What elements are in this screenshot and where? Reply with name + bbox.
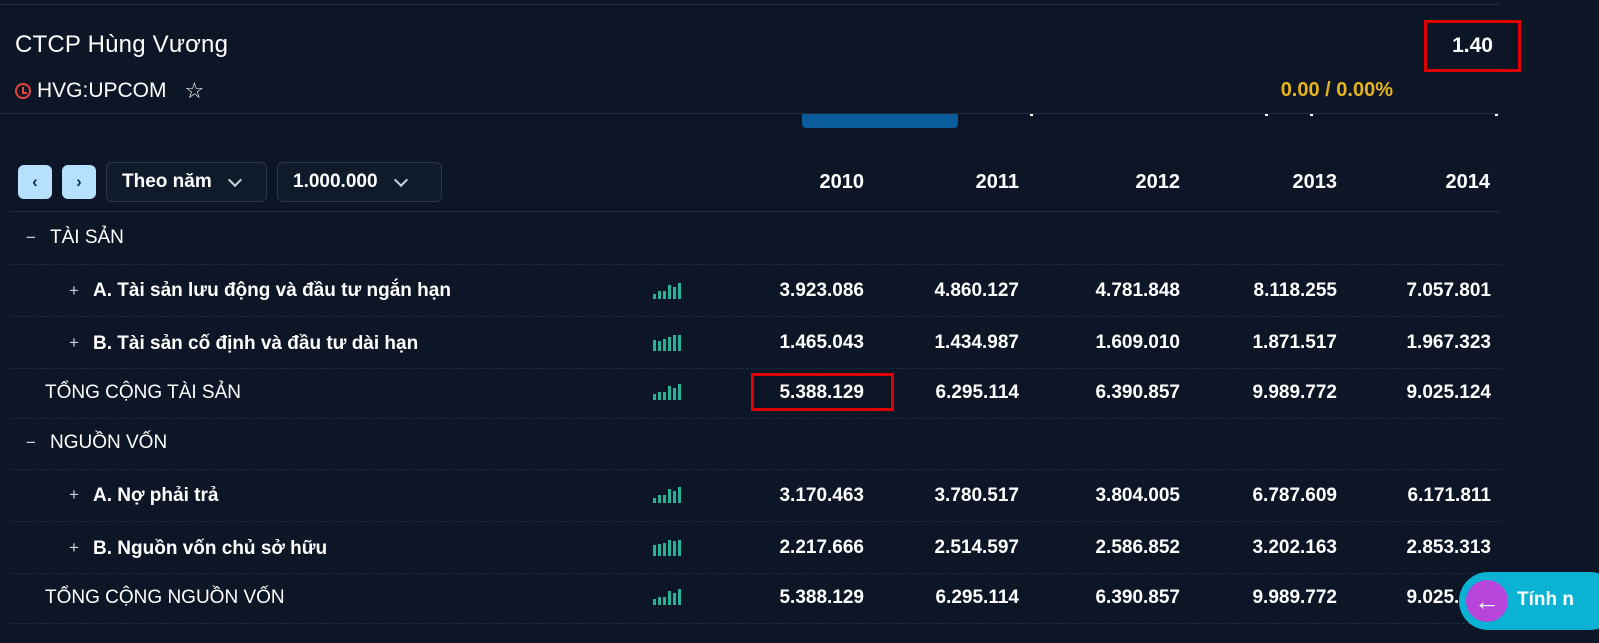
floating-button-label[interactable]: Tính n	[1517, 589, 1574, 611]
chevron-right-icon: ›	[76, 172, 82, 191]
row-divider	[10, 368, 1500, 369]
section-label: NGUỒN VỐN	[50, 432, 168, 453]
collapse-toggle[interactable]: −	[26, 228, 36, 248]
expand-toggle[interactable]: +	[69, 485, 79, 505]
expand-toggle[interactable]: +	[69, 538, 79, 558]
value-cell: 2.217.666	[779, 537, 864, 558]
year-header: 2012	[1135, 171, 1181, 193]
sparkline-chart-icon[interactable]	[653, 487, 685, 503]
table-toolbar: ‹ › Theo năm 1.000.000	[18, 162, 452, 202]
total-label: TỔNG CỘNG NGUỒN VỐN	[45, 587, 285, 608]
year-header: 2014	[1445, 171, 1491, 193]
value-cell: 1.609.010	[1095, 332, 1180, 353]
sparkline-chart-icon[interactable]	[653, 384, 685, 400]
row-divider	[10, 316, 1500, 317]
value-cell: 6.390.857	[1095, 382, 1180, 403]
value-cell: 9.025.124	[1406, 382, 1491, 403]
row-label: A. Nợ phải trả	[93, 485, 219, 506]
value-cell: 1.465.043	[779, 332, 864, 353]
value-cell: 6.295.114	[935, 587, 1019, 608]
section-label: TÀI SẢN	[50, 227, 124, 248]
sparkline-chart-icon[interactable]	[653, 589, 685, 605]
year-header: 2010	[819, 171, 865, 193]
row-label: A. Tài sản lưu động và đầu tư ngắn hạn	[93, 280, 451, 301]
clock-icon	[15, 83, 31, 99]
period-select[interactable]: Theo năm	[106, 162, 267, 202]
highlighted-cell-marker	[751, 373, 894, 411]
value-cell: 1.434.987	[934, 332, 1019, 353]
chevron-down-icon	[227, 172, 242, 187]
price-change: 0.00 / 0.00%	[1280, 79, 1393, 101]
ticker-symbol: HVG:UPCOM	[37, 79, 167, 102]
value-cell: 2.853.313	[1406, 537, 1491, 558]
prev-period-button[interactable]: ‹	[18, 165, 52, 199]
value-cell: 8.118.255	[1253, 280, 1337, 301]
unit-select-value: 1.000.000	[293, 171, 378, 192]
value-cell: 3.923.086	[779, 280, 864, 301]
ticker-row: HVG:UPCOM ☆	[15, 79, 204, 103]
value-cell: 2.514.597	[934, 537, 1019, 558]
value-cell: 3.170.463	[779, 485, 864, 506]
sparkline-chart-icon[interactable]	[653, 335, 685, 351]
row-divider	[10, 264, 1500, 265]
value-cell: 7.057.801	[1406, 280, 1491, 301]
value-cell: 6.171.811	[1407, 485, 1491, 506]
sparkline-chart-icon[interactable]	[653, 540, 685, 556]
row-divider	[10, 521, 1500, 522]
value-cell: 1.967.323	[1406, 332, 1491, 353]
total-label: TỔNG CỘNG TÀI SẢN	[45, 382, 242, 403]
company-name: CTCP Hùng Vương	[15, 31, 229, 58]
chevron-down-icon	[393, 172, 408, 187]
star-icon[interactable]: ☆	[185, 80, 205, 102]
value-cell: 4.781.848	[1095, 280, 1180, 301]
value-cell: 3.780.517	[934, 485, 1019, 506]
value-cell: 5.388.129	[779, 587, 864, 608]
value-cell: 9.989.772	[1252, 587, 1337, 608]
sparkline-chart-icon[interactable]	[653, 283, 685, 299]
row-label: B. Tài sản cố định và đầu tư dài hạn	[93, 333, 419, 354]
value-cell: 6.787.609	[1252, 485, 1337, 506]
stock-header: CTCP Hùng Vương HVG:UPCOM ☆ 1.40 0.00 / …	[0, 5, 1521, 114]
period-select-value: Theo năm	[122, 171, 212, 192]
chevron-left-icon: ‹	[32, 172, 38, 191]
row-divider	[10, 418, 1500, 419]
next-period-button[interactable]: ›	[62, 165, 96, 199]
value-cell: 1.871.517	[1252, 332, 1337, 353]
value-cell: 4.860.127	[934, 280, 1019, 301]
collapse-toggle[interactable]: −	[26, 433, 36, 453]
value-cell: 3.202.163	[1252, 537, 1337, 558]
row-label: B. Nguồn vốn chủ sở hữu	[93, 538, 328, 559]
value-cell: 2.586.852	[1095, 537, 1180, 558]
table-header-divider	[10, 211, 1500, 212]
arrow-left-icon[interactable]: ←	[1466, 580, 1508, 622]
value-cell: 9.989.772	[1252, 382, 1337, 403]
expand-toggle[interactable]: +	[69, 281, 79, 301]
value-cell: 6.390.857	[1095, 587, 1180, 608]
unit-select[interactable]: 1.000.000	[277, 162, 442, 202]
value-cell: 3.804.005	[1095, 485, 1180, 506]
current-price: 1.40	[1424, 20, 1521, 72]
row-divider	[10, 573, 1500, 574]
year-header: 2011	[975, 171, 1019, 193]
row-divider	[10, 469, 1500, 470]
year-header: 2013	[1292, 171, 1338, 193]
expand-toggle[interactable]: +	[69, 333, 79, 353]
row-divider	[10, 623, 1500, 624]
